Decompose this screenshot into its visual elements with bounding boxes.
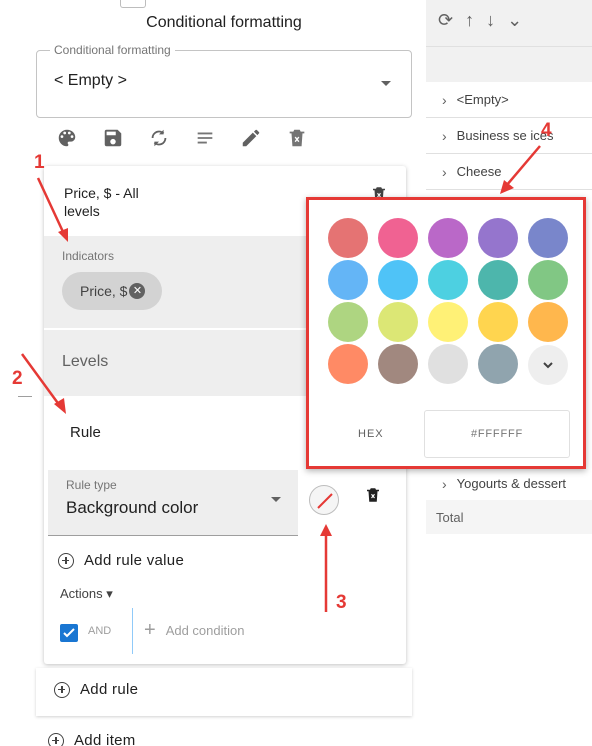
annotation-arrow-2 [20, 353, 66, 414]
annotation-arrow-4 [500, 145, 541, 194]
annotation-number-1: 1 [34, 152, 45, 173]
annotation-arrow-3 [320, 524, 332, 612]
annotation-underline [18, 396, 32, 397]
annotation-number-4: 4 [541, 120, 552, 141]
annotation-overlay [20, 145, 541, 612]
annotation-arrow-1 [36, 177, 68, 242]
annotation-number-3: 3 [336, 592, 347, 613]
annotation-number-2: 2 [12, 368, 23, 389]
